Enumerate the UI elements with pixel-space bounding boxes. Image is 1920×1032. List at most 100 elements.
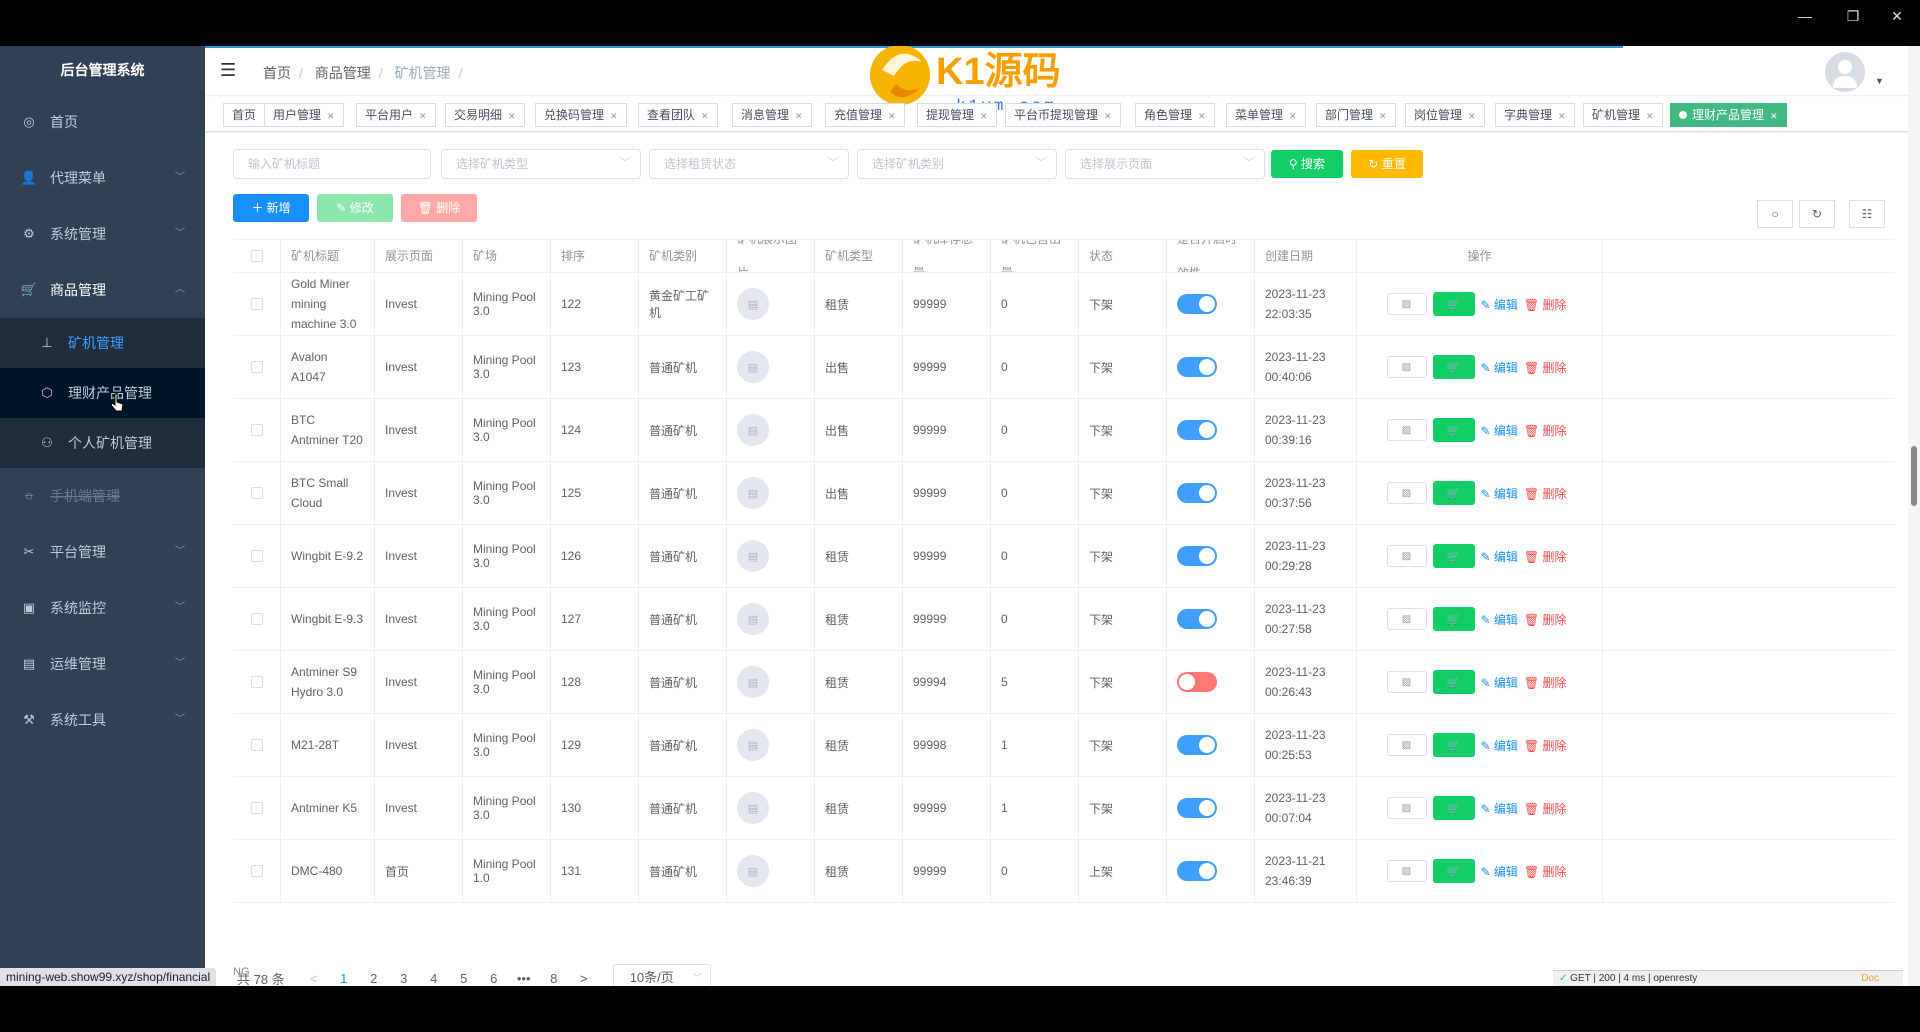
tab-2[interactable]: 平台用户 ✕ xyxy=(356,103,436,127)
close-icon[interactable]: ✕ xyxy=(980,111,988,121)
row-checkbox[interactable] xyxy=(250,487,263,499)
row-checkbox[interactable] xyxy=(250,361,263,373)
table-row[interactable]: Gold Miner mining machine 3.0 Invest Minin… xyxy=(233,273,1895,336)
cart-button[interactable]: 🛒 xyxy=(1432,418,1475,442)
image-placeholder-icon[interactable]: ▤ xyxy=(737,288,769,320)
tab-4[interactable]: 兑换码管理 ✕ xyxy=(535,103,627,127)
sidebar-item-dashboard[interactable]: ◎ 首页 xyxy=(0,94,205,150)
columns-icon[interactable]: ☷ xyxy=(1849,200,1885,228)
tab-0[interactable]: 首页 xyxy=(223,103,266,127)
delete-link[interactable]: 🗑 删除 xyxy=(1524,674,1567,691)
delete-link[interactable]: 🗑 删除 xyxy=(1524,611,1567,628)
refresh-icon[interactable]: ↻ xyxy=(1799,200,1835,228)
cart-button[interactable]: 🛒 xyxy=(1432,607,1475,631)
close-icon[interactable]: ✕ xyxy=(701,111,709,121)
delete-link[interactable]: 🗑 删除 xyxy=(1524,863,1567,880)
page-number[interactable]: 2 xyxy=(359,971,389,986)
image-icon[interactable]: ▨ xyxy=(1386,734,1427,756)
cart-button[interactable]: 🛒 xyxy=(1432,796,1475,820)
close-icon[interactable]: ✕ xyxy=(1379,111,1387,121)
table-row[interactable]: BTC Small Cloud Invest Mining Pool 3.0 125 普… xyxy=(233,462,1895,525)
page-number[interactable]: 6 xyxy=(479,971,509,986)
close-icon[interactable]: ✕ xyxy=(795,111,803,121)
edit-link[interactable]: ✎ 编辑 xyxy=(1481,296,1518,313)
cart-button[interactable]: 🛒 xyxy=(1432,859,1475,883)
cart-button[interactable]: 🛒 xyxy=(1432,544,1475,568)
add-button[interactable]: ＋ 新增 xyxy=(233,194,309,222)
delete-link[interactable]: 🗑 删除 xyxy=(1524,800,1567,817)
image-placeholder-icon[interactable]: ▤ xyxy=(737,729,769,761)
avatar[interactable] xyxy=(1825,52,1865,92)
minimize-button[interactable]: — xyxy=(1790,6,1820,26)
close-icon[interactable]: ✕ xyxy=(419,111,427,121)
timeliness-switch[interactable] xyxy=(1177,609,1217,629)
delete-button[interactable]: 🗑 删除 xyxy=(401,194,477,222)
close-icon[interactable]: ✕ xyxy=(327,111,335,121)
tab-3[interactable]: 交易明细 ✕ xyxy=(445,103,525,127)
table-row[interactable]: Wingbit E-9.2 Invest Mining Pool 3.0 126 普通矿… xyxy=(233,525,1895,588)
tab-8[interactable]: 提现管理 ✕ xyxy=(917,103,997,127)
close-button[interactable]: ✕ xyxy=(1882,6,1912,26)
sidebar-item-wrench[interactable]: ⚒ 系统工具 ﹀ xyxy=(0,692,205,748)
edit-link[interactable]: ✎ 编辑 xyxy=(1481,611,1518,628)
edit-link[interactable]: ✎ 编辑 xyxy=(1481,359,1518,376)
image-placeholder-icon[interactable]: ▤ xyxy=(737,540,769,572)
close-icon[interactable]: ✕ xyxy=(1104,111,1112,121)
doc-link[interactable]: Doc xyxy=(1861,971,1879,986)
row-checkbox[interactable] xyxy=(250,550,263,562)
edit-link[interactable]: ✎ 编辑 xyxy=(1481,674,1518,691)
page-number[interactable]: 5 xyxy=(449,971,479,986)
restore-button[interactable]: ❐ xyxy=(1838,6,1868,26)
table-row[interactable]: M21-28T Invest Mining Pool 3.0 129 普通矿机 ▤ 租赁 99… xyxy=(233,714,1895,777)
row-checkbox[interactable] xyxy=(250,739,263,751)
title-search-input[interactable]: 输入矿机标题 xyxy=(233,149,431,179)
edit-link[interactable]: ✎ 编辑 xyxy=(1481,800,1518,817)
close-icon[interactable]: ✕ xyxy=(1468,111,1476,121)
cart-button[interactable]: 🛒 xyxy=(1432,670,1475,694)
next-page-button[interactable]: > xyxy=(569,971,599,986)
close-icon[interactable]: ✕ xyxy=(1289,111,1297,121)
sidebar-item-box[interactable]: ⬡ 理财产品管理 xyxy=(0,368,205,418)
sidebar-item-gear[interactable]: ⚙ 系统管理 ﹀ xyxy=(0,206,205,262)
select-all-checkbox[interactable] xyxy=(250,250,263,262)
image-icon[interactable]: ▨ xyxy=(1386,545,1427,567)
close-icon[interactable]: ✕ xyxy=(610,111,618,121)
page-number[interactable]: ••• xyxy=(509,971,539,986)
image-icon[interactable]: ▨ xyxy=(1386,482,1427,504)
tab-11[interactable]: 菜单管理 ✕ xyxy=(1226,103,1306,127)
search-button[interactable]: ⚲ 搜索 xyxy=(1271,150,1343,178)
tab-12[interactable]: 部门管理 ✕ xyxy=(1316,103,1396,127)
image-placeholder-icon[interactable]: ▤ xyxy=(737,603,769,635)
image-icon[interactable]: ▨ xyxy=(1386,671,1427,693)
edit-link[interactable]: ✎ 编辑 xyxy=(1481,737,1518,754)
timeliness-switch[interactable] xyxy=(1177,546,1217,566)
page-number[interactable]: 3 xyxy=(389,971,419,986)
timeliness-switch[interactable] xyxy=(1177,483,1217,503)
edit-link[interactable]: ✎ 编辑 xyxy=(1481,548,1518,565)
sidebar-item-cart[interactable]: 🛒 商品管理 ︿ xyxy=(0,262,205,318)
sidebar-item-tools[interactable]: ✂ 平台管理 ﹀ xyxy=(0,524,205,580)
caret-down-icon[interactable]: ▼ xyxy=(1875,76,1884,86)
timeliness-switch[interactable] xyxy=(1177,420,1217,440)
cart-button[interactable]: 🛒 xyxy=(1432,733,1475,757)
image-icon[interactable]: ▨ xyxy=(1386,608,1427,630)
edit-link[interactable]: ✎ 编辑 xyxy=(1481,863,1518,880)
sidebar-item-people[interactable]: ⚇ 个人矿机管理 xyxy=(0,418,205,468)
row-checkbox[interactable] xyxy=(250,613,263,625)
page-number[interactable]: 1 xyxy=(329,971,359,986)
row-checkbox[interactable] xyxy=(250,865,263,877)
page-size-select[interactable]: 10条/页 ﹀ xyxy=(612,964,711,986)
row-checkbox[interactable] xyxy=(250,676,263,688)
delete-link[interactable]: 🗑 删除 xyxy=(1524,296,1567,313)
row-checkbox[interactable] xyxy=(250,802,263,814)
timeliness-switch[interactable] xyxy=(1177,798,1217,818)
reset-button[interactable]: ↻ 重置 xyxy=(1351,150,1423,178)
table-row[interactable]: Antminer K5 Invest Mining Pool 3.0 130 普通矿机 ▤… xyxy=(233,777,1895,840)
image-icon[interactable]: ▨ xyxy=(1386,419,1427,441)
tab-9[interactable]: 平台币提现管理 ✕ xyxy=(1005,103,1121,127)
delete-link[interactable]: 🗑 删除 xyxy=(1524,422,1567,439)
type-select[interactable]: 选择矿机类型 ﹀ xyxy=(441,149,641,179)
cart-button[interactable]: 🛒 xyxy=(1432,481,1475,505)
prev-page-button[interactable]: < xyxy=(299,971,329,986)
close-icon[interactable]: ✕ xyxy=(888,111,896,121)
